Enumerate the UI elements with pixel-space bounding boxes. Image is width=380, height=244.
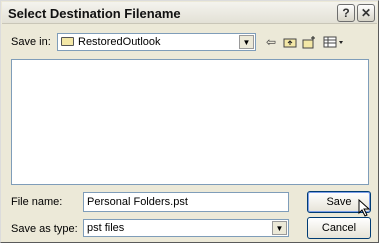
views-menu-button[interactable] — [322, 34, 346, 50]
file-name-label: File name: — [11, 196, 63, 208]
back-arrow-icon: ⇦ — [265, 35, 277, 49]
chevron-down-icon[interactable]: ▼ — [239, 35, 254, 49]
help-button[interactable]: ? — [337, 4, 355, 22]
close-icon: ✕ — [360, 6, 372, 20]
help-icon: ? — [342, 6, 350, 20]
dialog-title: Select Destination Filename — [8, 6, 181, 21]
new-folder-button[interactable] — [301, 34, 317, 50]
views-menu-icon — [323, 36, 343, 48]
back-button[interactable]: ⇦ — [263, 34, 279, 50]
save-in-label: Save in: — [11, 36, 51, 48]
file-name-input[interactable] — [83, 192, 289, 212]
save-as-type-dropdown[interactable]: pst files ▼ — [83, 219, 289, 237]
folder-icon — [61, 37, 74, 46]
up-one-level-button[interactable] — [282, 34, 298, 50]
cancel-button[interactable]: Cancel — [307, 217, 371, 239]
new-folder-icon — [302, 35, 315, 48]
close-button[interactable]: ✕ — [357, 4, 375, 22]
title-bar[interactable]: Select Destination Filename ? ✕ — [2, 2, 377, 24]
up-folder-icon — [283, 38, 297, 48]
save-as-type-label: Save as type: — [11, 223, 78, 235]
save-dialog: Select Destination Filename ? ✕ Save in:… — [0, 0, 379, 243]
file-list[interactable] — [11, 59, 369, 185]
save-in-dropdown[interactable]: RestoredOutlook ▼ — [57, 33, 256, 51]
chevron-down-icon[interactable]: ▼ — [272, 221, 287, 235]
mouse-pointer-icon — [358, 199, 371, 217]
save-as-type-value: pst files — [87, 222, 125, 234]
save-in-value: RestoredOutlook — [78, 36, 161, 48]
